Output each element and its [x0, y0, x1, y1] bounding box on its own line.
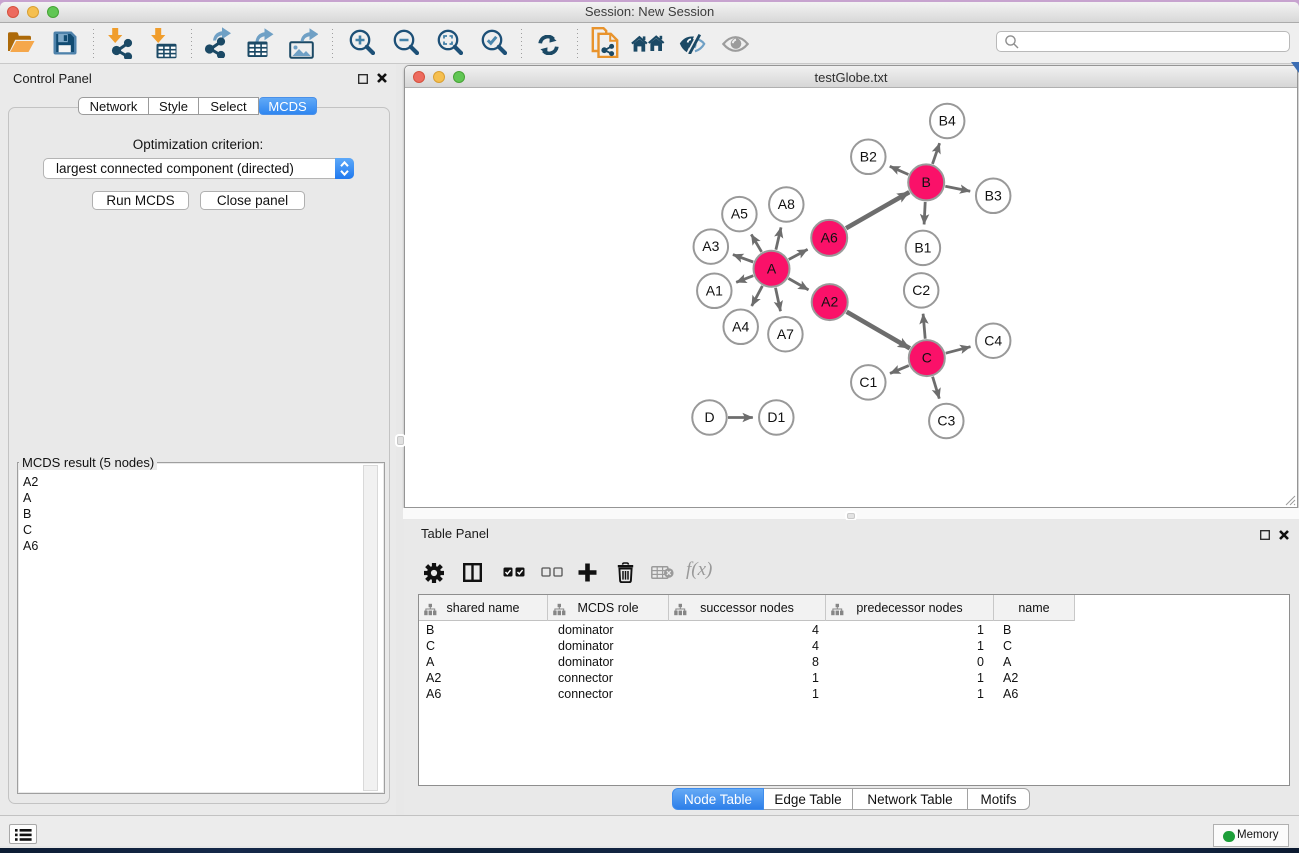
svg-text:D1: D1	[767, 409, 785, 425]
svg-text:C4: C4	[984, 332, 1002, 348]
svg-text:C2: C2	[912, 282, 930, 298]
svg-text:A6: A6	[821, 230, 838, 246]
svg-text:C3: C3	[937, 413, 955, 429]
svg-text:B4: B4	[939, 113, 956, 129]
svg-text:A3: A3	[702, 238, 719, 254]
svg-text:A: A	[767, 260, 777, 276]
svg-text:A4: A4	[732, 318, 749, 334]
svg-text:A8: A8	[778, 196, 795, 212]
svg-text:C1: C1	[859, 374, 877, 390]
svg-text:C: C	[922, 350, 932, 366]
svg-text:A1: A1	[706, 282, 723, 298]
svg-text:D: D	[704, 409, 714, 425]
svg-text:B1: B1	[914, 240, 931, 256]
svg-text:B3: B3	[985, 187, 1002, 203]
svg-text:B: B	[922, 174, 931, 190]
svg-text:A2: A2	[821, 294, 838, 310]
svg-text:B2: B2	[860, 148, 877, 164]
svg-text:A5: A5	[731, 206, 748, 222]
svg-text:A7: A7	[777, 326, 794, 342]
